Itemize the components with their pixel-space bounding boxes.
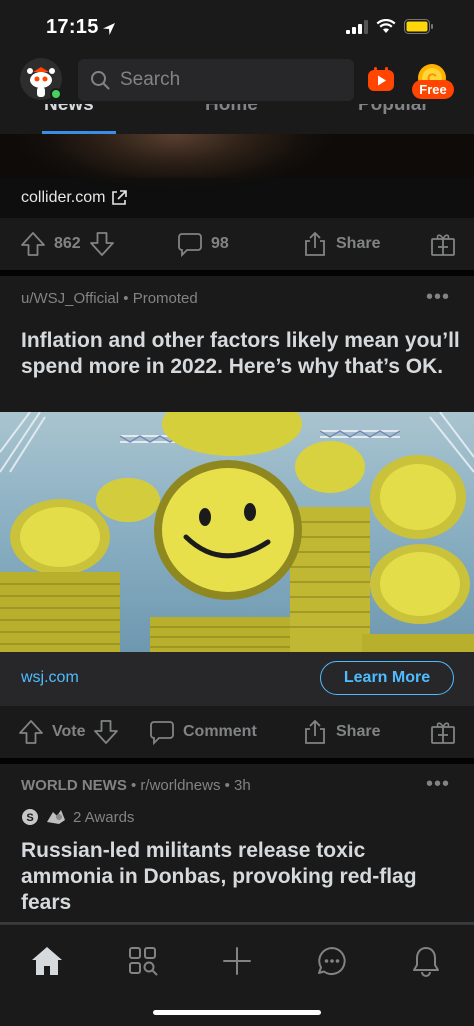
free-badge[interactable]: Free bbox=[412, 80, 454, 99]
video-icon[interactable] bbox=[367, 66, 395, 92]
cellular-signal-icon bbox=[346, 19, 368, 34]
home-indicator bbox=[153, 1010, 321, 1015]
comment-button[interactable]: Comment bbox=[149, 719, 257, 745]
chat-icon bbox=[318, 947, 346, 975]
ad-image[interactable] bbox=[0, 412, 474, 652]
post-meta: WORLD NEWS • r/worldnews • 3h bbox=[21, 777, 251, 794]
search-placeholder: Search bbox=[120, 69, 181, 90]
nav-discover[interactable] bbox=[125, 943, 161, 979]
share-icon bbox=[305, 719, 325, 744]
nav-home[interactable] bbox=[29, 943, 65, 979]
online-status-indicator bbox=[50, 88, 62, 100]
promoted-tag: Promoted bbox=[132, 290, 198, 307]
helpful-award-icon bbox=[47, 810, 65, 824]
post-title[interactable]: Inflation and other factors likely mean … bbox=[21, 328, 461, 380]
post-age: 3h bbox=[234, 777, 251, 794]
post-title[interactable]: Russian-led militants release toxic ammo… bbox=[21, 838, 461, 916]
status-time: 17:15 bbox=[46, 16, 99, 38]
home-icon bbox=[32, 947, 62, 975]
comment-icon bbox=[178, 233, 202, 257]
search-input[interactable]: Search bbox=[78, 59, 354, 101]
ad-footer: wsj.com Learn More bbox=[0, 652, 474, 706]
post-meta: u/WSJ_Official • Promoted bbox=[21, 290, 198, 307]
svg-text:S: S bbox=[26, 812, 33, 824]
tab-home[interactable]: Home bbox=[205, 104, 258, 116]
feed-tabs: News Home Popular bbox=[0, 104, 474, 134]
ad-link-domain[interactable]: wsj.com bbox=[21, 669, 79, 687]
post-author[interactable]: u/WSJ_Official bbox=[21, 290, 119, 307]
learn-more-button[interactable]: Learn More bbox=[320, 661, 454, 695]
tab-news[interactable]: News bbox=[44, 104, 94, 116]
comment-count: 98 bbox=[211, 235, 229, 252]
awards-count: 2 Awards bbox=[73, 808, 135, 826]
top-header: Search C bbox=[0, 56, 474, 104]
free-badge-label: Free bbox=[419, 82, 447, 97]
post-action-bar: 862 98 Share bbox=[0, 218, 474, 270]
upvote-icon[interactable] bbox=[20, 231, 46, 257]
notifications-icon bbox=[413, 947, 439, 977]
award-gift-icon[interactable] bbox=[430, 719, 456, 745]
wifi-icon bbox=[376, 19, 396, 33]
share-icon bbox=[305, 231, 325, 256]
more-options-button[interactable]: ••• bbox=[426, 286, 450, 309]
vote-control: Vote bbox=[18, 719, 119, 745]
status-icons bbox=[346, 19, 434, 34]
nav-create-post[interactable] bbox=[219, 943, 255, 979]
external-link-icon bbox=[112, 190, 128, 205]
discover-icon bbox=[129, 947, 158, 976]
tab-popular[interactable]: Popular bbox=[358, 104, 429, 116]
promoted-action-bar: Vote Comment Share bbox=[0, 706, 474, 758]
more-options-button[interactable]: ••• bbox=[426, 773, 450, 796]
post-link-bar[interactable]: collider.com bbox=[0, 178, 474, 218]
comment-label: Comment bbox=[183, 723, 257, 740]
downvote-icon[interactable] bbox=[89, 231, 115, 257]
feed-post[interactable]: WORLD NEWS • r/worldnews • 3h ••• S 2 Aw… bbox=[0, 764, 474, 926]
bottom-navigation bbox=[0, 924, 474, 1026]
location-arrow-icon bbox=[103, 23, 115, 35]
vote-count: 862 bbox=[54, 235, 81, 252]
comments-button[interactable]: 98 bbox=[177, 231, 229, 257]
vote-control: 862 bbox=[20, 231, 115, 257]
share-button[interactable]: Share bbox=[302, 719, 380, 745]
nav-chat[interactable] bbox=[314, 943, 350, 979]
award-gift-icon[interactable] bbox=[430, 231, 456, 257]
battery-icon bbox=[404, 19, 433, 34]
status-bar: 17:15 bbox=[0, 0, 474, 56]
link-domain: collider.com bbox=[21, 189, 106, 206]
upvote-icon[interactable] bbox=[18, 719, 44, 745]
awards-row[interactable]: S 2 Awards bbox=[21, 808, 134, 826]
create-icon bbox=[223, 947, 251, 975]
share-label: Share bbox=[336, 723, 381, 740]
vote-label: Vote bbox=[52, 723, 86, 740]
community-label[interactable]: WORLD NEWS bbox=[21, 777, 127, 794]
subreddit-link[interactable]: r/worldnews bbox=[140, 777, 220, 794]
smiley-coin-illustration bbox=[0, 412, 474, 652]
downvote-icon[interactable] bbox=[93, 719, 119, 745]
search-icon bbox=[91, 71, 110, 90]
silver-award-icon: S bbox=[22, 809, 38, 825]
share-button[interactable]: Share bbox=[302, 231, 380, 257]
comment-icon bbox=[150, 721, 174, 745]
nav-notifications[interactable] bbox=[408, 943, 444, 979]
share-label: Share bbox=[336, 235, 381, 252]
